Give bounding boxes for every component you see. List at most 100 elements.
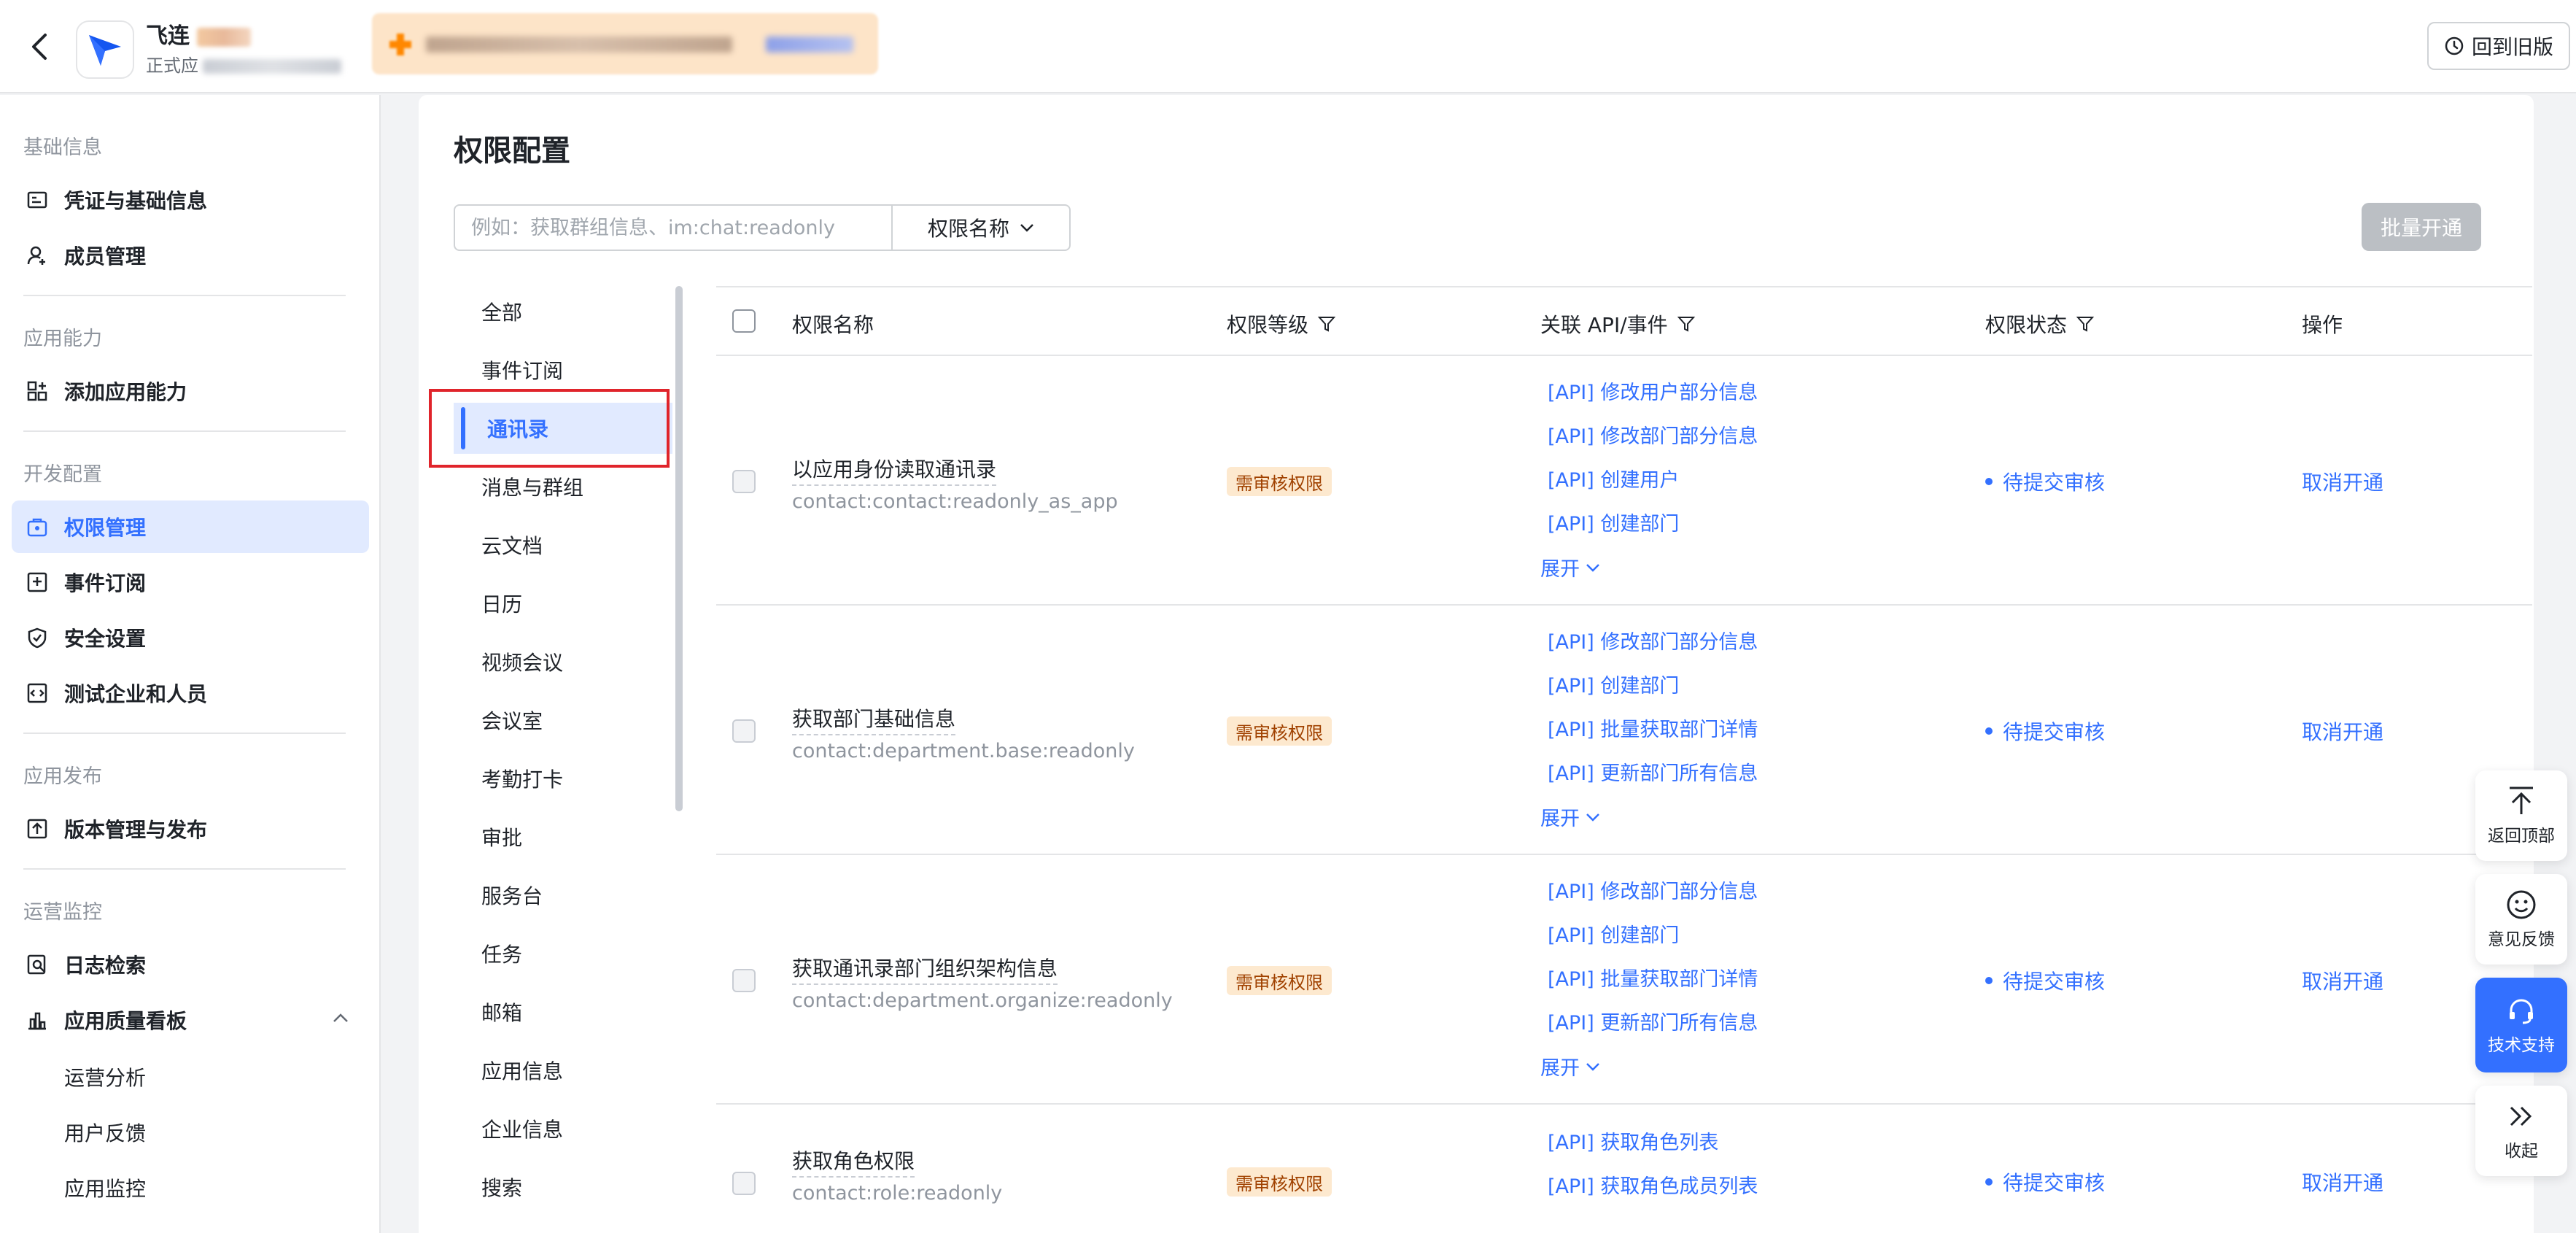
api-link[interactable]: [API] 获取角色列表 <box>1548 1126 1718 1155</box>
api-link[interactable]: [API] 更新部门所有信息 <box>1548 1007 1758 1035</box>
row-checkbox[interactable] <box>732 969 756 992</box>
sidebar-item-security[interactable]: 安全设置 <box>12 611 369 664</box>
api-link[interactable]: [API] 更新部门所有信息 <box>1548 757 1758 786</box>
notice-icon <box>389 34 411 55</box>
cancel-enable-link[interactable]: 取消开通 <box>2302 966 2383 995</box>
category-item[interactable]: 消息与群组 <box>448 461 659 512</box>
search-input[interactable] <box>455 206 893 250</box>
search-filter-select[interactable]: 权限名称 <box>893 206 1069 250</box>
back-button[interactable] <box>25 29 54 64</box>
sidebar-item-release[interactable]: 版本管理与发布 <box>12 803 369 855</box>
row-checkbox[interactable] <box>732 719 756 743</box>
app-subtitle: 正式应 <box>146 51 341 77</box>
status-badge: 待提交审核 <box>1985 966 2105 995</box>
sidebar-item-permissions[interactable]: 权限管理 <box>12 500 369 553</box>
sidebar-subitem-app-monitor[interactable]: 应用监控 <box>64 1173 146 1202</box>
back-to-top-button[interactable]: 返回顶部 <box>2475 770 2567 861</box>
sidebar-item-add-capability[interactable]: 添加应用能力 <box>12 365 369 417</box>
sidebar-subitem-user-feedback[interactable]: 用户反馈 <box>64 1118 146 1147</box>
back-to-old-version-button[interactable]: 回到旧版 <box>2427 22 2570 70</box>
api-link[interactable]: [API] 获取角色成员列表 <box>1548 1170 1758 1199</box>
divider <box>23 430 346 432</box>
table-row: 获取角色权限 contact:role:readonly 需审核权限 [API]… <box>716 1105 2532 1233</box>
category-item-contacts[interactable]: 通讯录 <box>454 403 672 454</box>
expand-button[interactable]: 展开 <box>1540 803 1600 831</box>
category-item[interactable]: 服务台 <box>448 870 659 921</box>
level-badge: 需审核权限 <box>1227 1167 1332 1197</box>
cancel-enable-link[interactable]: 取消开通 <box>2302 467 2383 496</box>
category-item[interactable]: 邮箱 <box>448 986 659 1037</box>
header-action: 操作 <box>2302 313 2343 337</box>
api-link[interactable]: [API] 批量获取部门详情 <box>1548 963 1758 992</box>
permission-name: 获取部门基础信息 <box>792 703 956 735</box>
api-link[interactable]: [API] 创建部门 <box>1548 919 1679 948</box>
member-icon <box>27 246 45 265</box>
filter-icon[interactable] <box>2076 314 2095 333</box>
sidebar-group-title: 开发配置 <box>23 463 102 486</box>
api-link[interactable]: [API] 创建用户 <box>1548 464 1679 492</box>
level-badge: 需审核权限 <box>1227 966 1332 995</box>
notice-banner[interactable] <box>372 13 878 74</box>
category-item[interactable]: 会议室 <box>448 695 659 746</box>
permission-key: contact:department.base:readonly <box>792 740 1135 762</box>
category-item[interactable]: 日历 <box>448 578 659 629</box>
sidebar: 基础信息 凭证与基础信息 成员管理 应用能力 添加应用能力 开发配置 权限管理 … <box>0 95 381 1233</box>
filter-icon[interactable] <box>1317 314 1336 333</box>
cancel-enable-link[interactable]: 取消开通 <box>2302 716 2383 746</box>
divider <box>23 733 346 734</box>
batch-enable-button[interactable]: 批量开通 <box>2362 203 2481 251</box>
category-item[interactable]: 全部 <box>448 286 659 337</box>
filter-icon[interactable] <box>1677 314 1696 333</box>
header-permission-status[interactable]: 权限状态 <box>1985 309 2095 339</box>
header-permission-level[interactable]: 权限等级 <box>1227 309 1336 339</box>
category-item[interactable]: 任务 <box>448 928 659 979</box>
category-item[interactable]: 考勤打卡 <box>448 753 659 804</box>
expand-button[interactable]: 展开 <box>1540 553 1600 581</box>
category-scrollbar[interactable] <box>675 286 683 811</box>
credential-icon <box>27 191 47 209</box>
category-item[interactable]: 视频会议 <box>448 636 659 687</box>
row-checkbox[interactable] <box>732 470 756 493</box>
api-link[interactable]: [API] 修改用户部分信息 <box>1548 376 1758 405</box>
header-related-api[interactable]: 关联 API/事件 <box>1540 309 1696 339</box>
permission-key: contact:role:readonly <box>792 1182 1003 1205</box>
sidebar-item-quality-dashboard[interactable]: 应用质量看板 <box>12 994 369 1046</box>
collapse-button[interactable]: 收起 <box>2475 1086 2567 1176</box>
sidebar-subitem-operation-analysis[interactable]: 运营分析 <box>64 1062 146 1091</box>
category-item[interactable]: 云文档 <box>448 519 659 571</box>
sidebar-item-members[interactable]: 成员管理 <box>12 229 369 282</box>
sidebar-item-log-search[interactable]: 日志检索 <box>12 938 369 991</box>
row-checkbox[interactable] <box>732 1172 756 1195</box>
search-box: 权限名称 <box>454 204 1071 251</box>
category-item[interactable]: 审批 <box>448 811 659 862</box>
cancel-enable-link[interactable]: 取消开通 <box>2302 1167 2383 1197</box>
divider <box>23 295 346 296</box>
sidebar-item-test-enterprise[interactable]: 测试企业和人员 <box>12 667 369 719</box>
sidebar-group-title: 应用发布 <box>23 765 102 788</box>
feedback-button[interactable]: 意见反馈 <box>2475 874 2567 965</box>
category-item[interactable]: 企业信息 <box>448 1103 659 1154</box>
api-link[interactable]: [API] 修改部门部分信息 <box>1548 420 1758 449</box>
table-header: 权限名称 权限等级 关联 API/事件 权限状态 操作 <box>716 286 2532 356</box>
permission-name: 获取角色权限 <box>792 1145 915 1178</box>
tech-support-button[interactable]: 技术支持 <box>2475 978 2567 1072</box>
sidebar-item-credentials[interactable]: 凭证与基础信息 <box>12 174 369 226</box>
permission-icon <box>27 518 47 537</box>
sidebar-group-title: 运营监控 <box>23 901 102 924</box>
paper-plane-icon <box>89 35 121 66</box>
sidebar-item-events[interactable]: 事件订阅 <box>12 556 369 608</box>
api-link[interactable]: [API] 批量获取部门详情 <box>1548 714 1758 742</box>
expand-button[interactable]: 展开 <box>1540 1052 1600 1081</box>
category-item[interactable]: 事件订阅 <box>448 344 659 395</box>
category-item[interactable]: 应用信息 <box>448 1045 659 1096</box>
api-link[interactable]: [API] 创建部门 <box>1548 670 1679 698</box>
select-all-checkbox[interactable] <box>732 309 756 333</box>
chevron-down-icon <box>1586 1062 1599 1071</box>
api-link[interactable]: [API] 创建部门 <box>1548 508 1679 536</box>
api-link[interactable]: [API] 修改部门部分信息 <box>1548 626 1758 654</box>
api-link[interactable]: [API] 修改部门部分信息 <box>1548 876 1758 904</box>
chevron-up-icon[interactable] <box>333 1013 349 1023</box>
category-item[interactable]: 搜索 <box>448 1162 659 1213</box>
table-row: 以应用身份读取通讯录 contact:contact:readonly_as_a… <box>716 356 2532 606</box>
add-capability-icon <box>27 381 47 401</box>
